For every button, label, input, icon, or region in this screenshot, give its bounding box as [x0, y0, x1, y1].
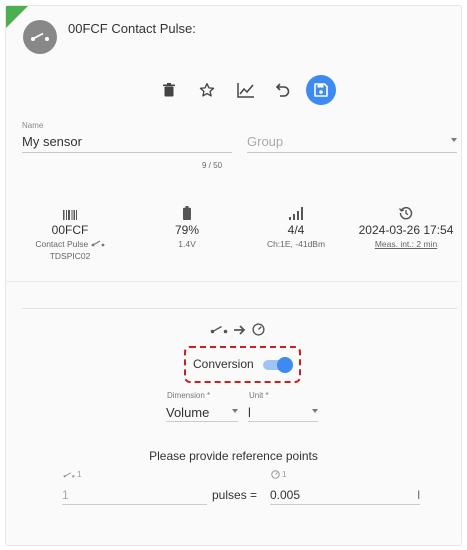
barcode-icon — [22, 206, 118, 220]
stat-signal: 4/4 Ch:1E, -41dBm — [256, 206, 336, 249]
conversion-toggle[interactable] — [263, 357, 293, 373]
stat-battery: 79% 1.4V — [147, 206, 227, 249]
reference-unit: l — [417, 488, 420, 502]
battery-level: 79% — [174, 223, 200, 237]
dimension-label: Dimension * — [167, 391, 211, 400]
favorite-button[interactable] — [188, 73, 226, 107]
group-placeholder: Group — [247, 134, 284, 149]
toolbar — [150, 73, 336, 107]
page-title: 00FCF Contact Pulse: — [68, 21, 196, 36]
contact-pulse-small-icon — [91, 240, 105, 247]
chevron-down-icon — [232, 409, 238, 413]
unit-value: l — [248, 405, 251, 420]
conversion-icons — [210, 323, 265, 336]
sensor-id: 00FCF — [51, 223, 89, 237]
conversion-label: Conversion — [193, 357, 254, 371]
arrow-right-icon — [234, 324, 246, 335]
unit-select[interactable]: l — [248, 402, 318, 422]
dimension-value: Volume — [166, 405, 210, 420]
sensor-model: TDSPIC02 — [49, 251, 91, 261]
group-select[interactable]: Group — [247, 131, 457, 153]
reference-title: Please provide reference points — [149, 449, 318, 463]
gauge-icon — [271, 470, 280, 479]
contact-pulse-icon — [23, 20, 57, 54]
unit-label: Unit * — [249, 391, 269, 400]
signal-icon — [256, 206, 336, 220]
name-label: Name — [22, 121, 44, 130]
history-icon — [350, 206, 462, 220]
battery-voltage: 1.4V — [178, 239, 196, 249]
signal-details: Ch:1E, -41dBm — [266, 239, 326, 249]
value-reference-header: 1 — [271, 470, 286, 479]
name-char-count: 9 / 50 — [202, 161, 223, 170]
contact-pulse-icon — [210, 325, 228, 334]
undo-icon — [276, 83, 290, 97]
last-measurement-time: 2024-03-26 17:54 — [358, 223, 454, 237]
contact-pulse-icon — [63, 471, 75, 477]
star-icon — [199, 83, 215, 97]
stat-last-measurement: 2024-03-26 17:54 Meas. int.: 2 min — [350, 206, 462, 249]
battery-icon — [147, 206, 227, 220]
name-input[interactable] — [22, 131, 232, 153]
gauge-icon — [252, 323, 265, 336]
line-chart-icon — [236, 82, 254, 98]
section-divider — [5, 281, 460, 282]
chevron-down-icon — [312, 409, 318, 413]
floppy-disk-icon — [314, 83, 328, 97]
sensor-type: Contact Pulse — [22, 239, 118, 249]
stat-sensor-id: 00FCF Contact Pulse TDSPIC02 — [22, 206, 118, 261]
toggle-thumb — [277, 357, 293, 373]
measurement-interval[interactable]: Meas. int.: 2 min — [350, 239, 462, 249]
dimension-select[interactable]: Volume — [166, 402, 238, 422]
undo-button[interactable] — [264, 73, 302, 107]
pulse-count-input[interactable]: 1 — [62, 485, 207, 505]
pulses-equals-label: pulses = — [212, 488, 258, 502]
trash-icon — [163, 83, 175, 97]
delete-button[interactable] — [150, 73, 188, 107]
signal-strength: 4/4 — [287, 223, 305, 237]
chart-button[interactable] — [226, 73, 264, 107]
status-flag — [6, 6, 28, 28]
chevron-down-icon — [451, 138, 457, 142]
save-button[interactable] — [306, 75, 336, 105]
section-divider — [22, 308, 457, 309]
pulse-reference-header: 1 — [63, 470, 81, 479]
reference-value-input[interactable]: 0.005 l — [270, 485, 420, 505]
